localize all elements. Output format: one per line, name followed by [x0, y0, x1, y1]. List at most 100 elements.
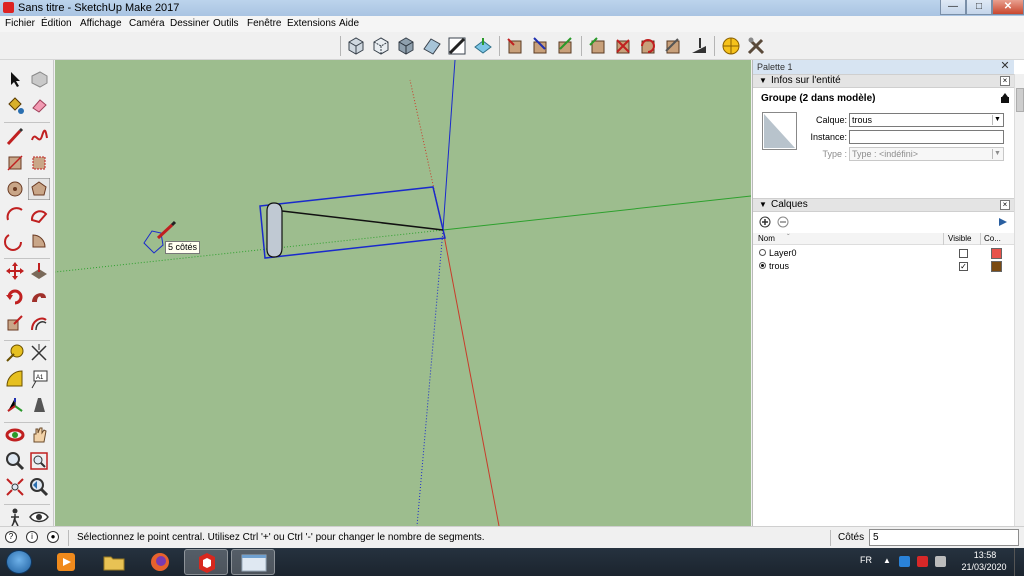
dimension-icon[interactable] [28, 342, 50, 364]
three-point-arc-icon[interactable] [4, 230, 26, 252]
layer-color-swatch[interactable] [991, 248, 1002, 259]
protractor-icon[interactable] [4, 368, 26, 390]
menu-fenetre[interactable]: Fenêtre [247, 18, 281, 29]
right-view-icon[interactable] [587, 35, 609, 57]
line-pencil-icon[interactable] [4, 126, 26, 148]
select-arrow-icon[interactable] [4, 68, 26, 90]
entity-info-header[interactable]: ▼ Infos sur l'entité × [753, 74, 1014, 88]
taskbar-media-player[interactable] [44, 549, 88, 575]
polygon-icon[interactable] [28, 178, 50, 200]
user-account-icon[interactable]: ● [47, 531, 59, 543]
follow-me-icon[interactable] [28, 286, 50, 308]
palette-close-button[interactable]: ✕ [999, 61, 1011, 73]
group-selection-box[interactable] [259, 186, 446, 259]
3d-text-icon[interactable] [28, 394, 50, 416]
minimize-button[interactable]: — [940, 0, 966, 15]
pan-hand-icon[interactable] [28, 424, 50, 446]
column-color[interactable]: Co... [984, 234, 1001, 243]
entity-info-close-button[interactable]: × [1000, 76, 1010, 86]
orbit-icon[interactable] [4, 424, 26, 446]
add-layer-icon[interactable] [759, 216, 771, 228]
palette-scrollbar[interactable] [1014, 74, 1024, 526]
layer-visible-checkbox[interactable]: ✓ [959, 262, 968, 271]
dropbox-icon[interactable] [899, 556, 910, 567]
layer-visible-checkbox[interactable] [959, 249, 968, 258]
offset-icon[interactable] [28, 312, 50, 334]
details-toggle-icon[interactable] [999, 92, 1011, 104]
axes-icon[interactable] [4, 394, 26, 416]
column-name[interactable]: Nom [758, 234, 775, 243]
zoom-window-icon[interactable] [28, 450, 50, 472]
geo-location-icon[interactable] [720, 35, 742, 57]
delete-layer-icon[interactable] [777, 216, 789, 228]
menu-affichage[interactable]: Affichage [80, 18, 122, 29]
top-view-icon[interactable] [529, 35, 551, 57]
monochrome-style-icon[interactable] [472, 35, 494, 57]
tray-expand-icon[interactable]: ▲ [883, 556, 891, 565]
network-icon[interactable] [935, 556, 946, 567]
push-pull-icon[interactable] [28, 260, 50, 282]
zoom-icon[interactable] [4, 450, 26, 472]
geo-location-status-icon[interactable]: ? [5, 531, 17, 543]
menu-camera[interactable]: Caméra [129, 18, 165, 29]
taskbar-explorer[interactable] [92, 549, 136, 575]
scrollbar-thumb[interactable] [1016, 88, 1024, 112]
maximize-button[interactable]: □ [966, 0, 992, 15]
text-label-icon[interactable]: A1 [28, 368, 50, 390]
section-plane-icon[interactable] [688, 35, 710, 57]
rectangle-icon[interactable] [4, 152, 26, 174]
previous-view-icon[interactable] [28, 476, 50, 498]
arc-icon[interactable] [4, 204, 26, 226]
layer-details-icon[interactable] [997, 216, 1009, 228]
taskbar-sketchup[interactable] [184, 549, 228, 575]
drawing-viewport[interactable]: 5 côtés [55, 60, 751, 526]
active-layer-radio[interactable] [759, 249, 766, 256]
layer-select[interactable]: trous ▼ [849, 113, 1004, 127]
back-view-icon[interactable] [612, 35, 634, 57]
layer-color-swatch[interactable] [991, 261, 1002, 272]
freehand-icon[interactable] [28, 126, 50, 148]
clock-time[interactable]: 13:58 [968, 550, 1002, 560]
tape-measure-icon[interactable] [4, 342, 26, 364]
start-button[interactable] [6, 550, 32, 574]
iso-view-icon[interactable] [504, 35, 526, 57]
move-icon[interactable] [4, 260, 26, 282]
extension-tools-icon[interactable] [745, 35, 767, 57]
taskbar-window-preview[interactable] [231, 549, 275, 575]
layer-row-layer0[interactable]: Layer0 [753, 247, 1014, 260]
xray-style-icon[interactable] [345, 35, 367, 57]
menu-extensions[interactable]: Extensions [287, 18, 336, 29]
two-point-arc-icon[interactable] [28, 204, 50, 226]
info-status-icon[interactable]: i [26, 531, 38, 543]
paint-bucket-icon[interactable] [4, 94, 26, 116]
make-component-icon[interactable] [28, 68, 50, 90]
look-around-eye-icon[interactable] [28, 506, 50, 528]
menu-fichier[interactable]: Fichier [5, 18, 35, 29]
show-desktop-button[interactable] [1014, 548, 1024, 576]
shaded-style-icon[interactable] [421, 35, 443, 57]
layers-header[interactable]: ▼ Calques × [753, 198, 1014, 212]
menu-dessiner[interactable]: Dessiner [170, 18, 209, 29]
back-edges-style-icon[interactable] [370, 35, 392, 57]
bottom-view-icon[interactable] [662, 35, 684, 57]
input-language[interactable]: FR [860, 555, 872, 565]
menu-outils[interactable]: Outils [213, 18, 239, 29]
close-button[interactable]: ✕ [992, 0, 1024, 15]
menu-edition[interactable]: Édition [41, 18, 72, 29]
menu-aide[interactable]: Aide [339, 18, 359, 29]
active-layer-radio[interactable] [759, 262, 766, 269]
front-view-icon[interactable] [554, 35, 576, 57]
pie-icon[interactable] [28, 230, 50, 252]
model-canvas[interactable] [55, 60, 751, 526]
measurements-input[interactable]: 5 [869, 529, 1019, 546]
left-view-icon[interactable] [637, 35, 659, 57]
scale-icon[interactable] [4, 312, 26, 334]
rotated-rectangle-icon[interactable] [28, 152, 50, 174]
textured-style-icon[interactable] [446, 35, 468, 57]
pdf-reader-icon[interactable] [917, 556, 928, 567]
column-visible[interactable]: Visible [948, 234, 971, 243]
rotate-icon[interactable] [4, 286, 26, 308]
circle-icon[interactable] [4, 178, 26, 200]
taskbar-firefox[interactable] [138, 549, 182, 575]
layers-close-button[interactable]: × [1000, 200, 1010, 210]
